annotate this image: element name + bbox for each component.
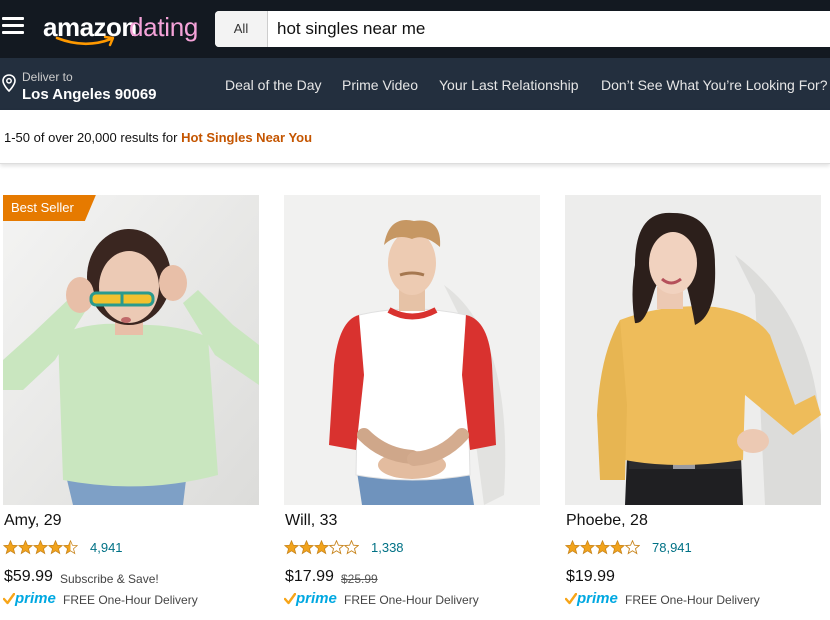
results-count: 1-50 of over 20,000 results for [4, 130, 178, 145]
delivery-text: FREE One-Hour Delivery [625, 593, 760, 607]
star-full-icon [595, 540, 610, 555]
search-input[interactable] [268, 11, 828, 47]
star-full-icon [48, 540, 63, 555]
delivery-text: FREE One-Hour Delivery [344, 593, 479, 607]
best-seller-badge: Best Seller [3, 195, 96, 221]
product-title[interactable]: Will, 33 [285, 512, 337, 530]
price: $17.99 [285, 568, 334, 585]
star-empty-icon [344, 540, 359, 555]
star-empty-icon [625, 540, 640, 555]
prime-check-icon [565, 593, 577, 605]
star-full-icon [3, 540, 18, 555]
prime-logo: prime [296, 590, 337, 607]
nav-bar: Deliver to Los Angeles 90069 Deal of the… [0, 58, 830, 110]
star-full-icon [580, 540, 595, 555]
product-image[interactable]: Best Seller [3, 195, 259, 505]
product-image[interactable] [565, 195, 821, 505]
results-summary: 1-50 of over 20,000 results for Hot Sing… [4, 130, 312, 145]
search-bar: All [215, 11, 830, 47]
prime-logo: prime [15, 590, 56, 607]
search-category-dropdown[interactable]: All [215, 11, 268, 47]
star-full-icon [610, 540, 625, 555]
subscribe-save-note: Subscribe & Save! [60, 572, 159, 586]
hamburger-menu-icon[interactable] [2, 17, 24, 35]
star-rating[interactable] [565, 540, 640, 556]
product-card: Phoebe, 28 78,941 $19.99 prime FREE One-… [565, 195, 823, 615]
nav-link-last-relationship[interactable]: Your Last Relationship [439, 77, 579, 93]
nav-link-prime-video[interactable]: Prime Video [342, 77, 418, 93]
star-rating[interactable] [3, 540, 78, 556]
prime-logo: prime [577, 590, 618, 607]
smile-arrow-icon [55, 35, 115, 47]
product-title[interactable]: Phoebe, 28 [566, 512, 648, 530]
results-query[interactable]: Hot Singles Near You [181, 130, 312, 145]
product-title[interactable]: Amy, 29 [4, 512, 62, 530]
prime-check-icon [3, 593, 15, 605]
product-card: Will, 33 1,338 $17.99 $25.99 prime FREE … [284, 195, 542, 615]
star-full-icon [299, 540, 314, 555]
rating-count[interactable]: 1,338 [371, 540, 404, 555]
rating-count[interactable]: 4,941 [90, 540, 123, 555]
logo-sub-text: dating [129, 12, 199, 42]
star-full-icon [284, 540, 299, 555]
rating-count[interactable]: 78,941 [652, 540, 692, 555]
prime-check-icon [284, 593, 296, 605]
delivery-text: FREE One-Hour Delivery [63, 593, 198, 607]
star-empty-icon [329, 540, 344, 555]
list-price: $25.99 [341, 572, 378, 586]
nav-links: Deal of the Day Prime Video Your Last Re… [0, 58, 830, 110]
star-full-icon [314, 540, 329, 555]
star-full-icon [33, 540, 48, 555]
price: $19.99 [566, 568, 615, 585]
nav-link-deal-of-the-day[interactable]: Deal of the Day [225, 77, 322, 93]
product-card: Best Seller Amy, 29 4,941 $59.99 Subscri… [3, 195, 261, 615]
star-rating[interactable] [284, 540, 359, 556]
nav-link-looking-for[interactable]: Don’t See What You’re Looking For? [601, 77, 827, 93]
star-full-icon [18, 540, 33, 555]
star-full-icon [565, 540, 580, 555]
results-bar: 1-50 of over 20,000 results for Hot Sing… [0, 110, 830, 164]
product-image[interactable] [284, 195, 540, 505]
price: $59.99 [4, 568, 53, 585]
star-half-icon [63, 540, 78, 555]
top-bar: amazon dating All [0, 0, 830, 58]
